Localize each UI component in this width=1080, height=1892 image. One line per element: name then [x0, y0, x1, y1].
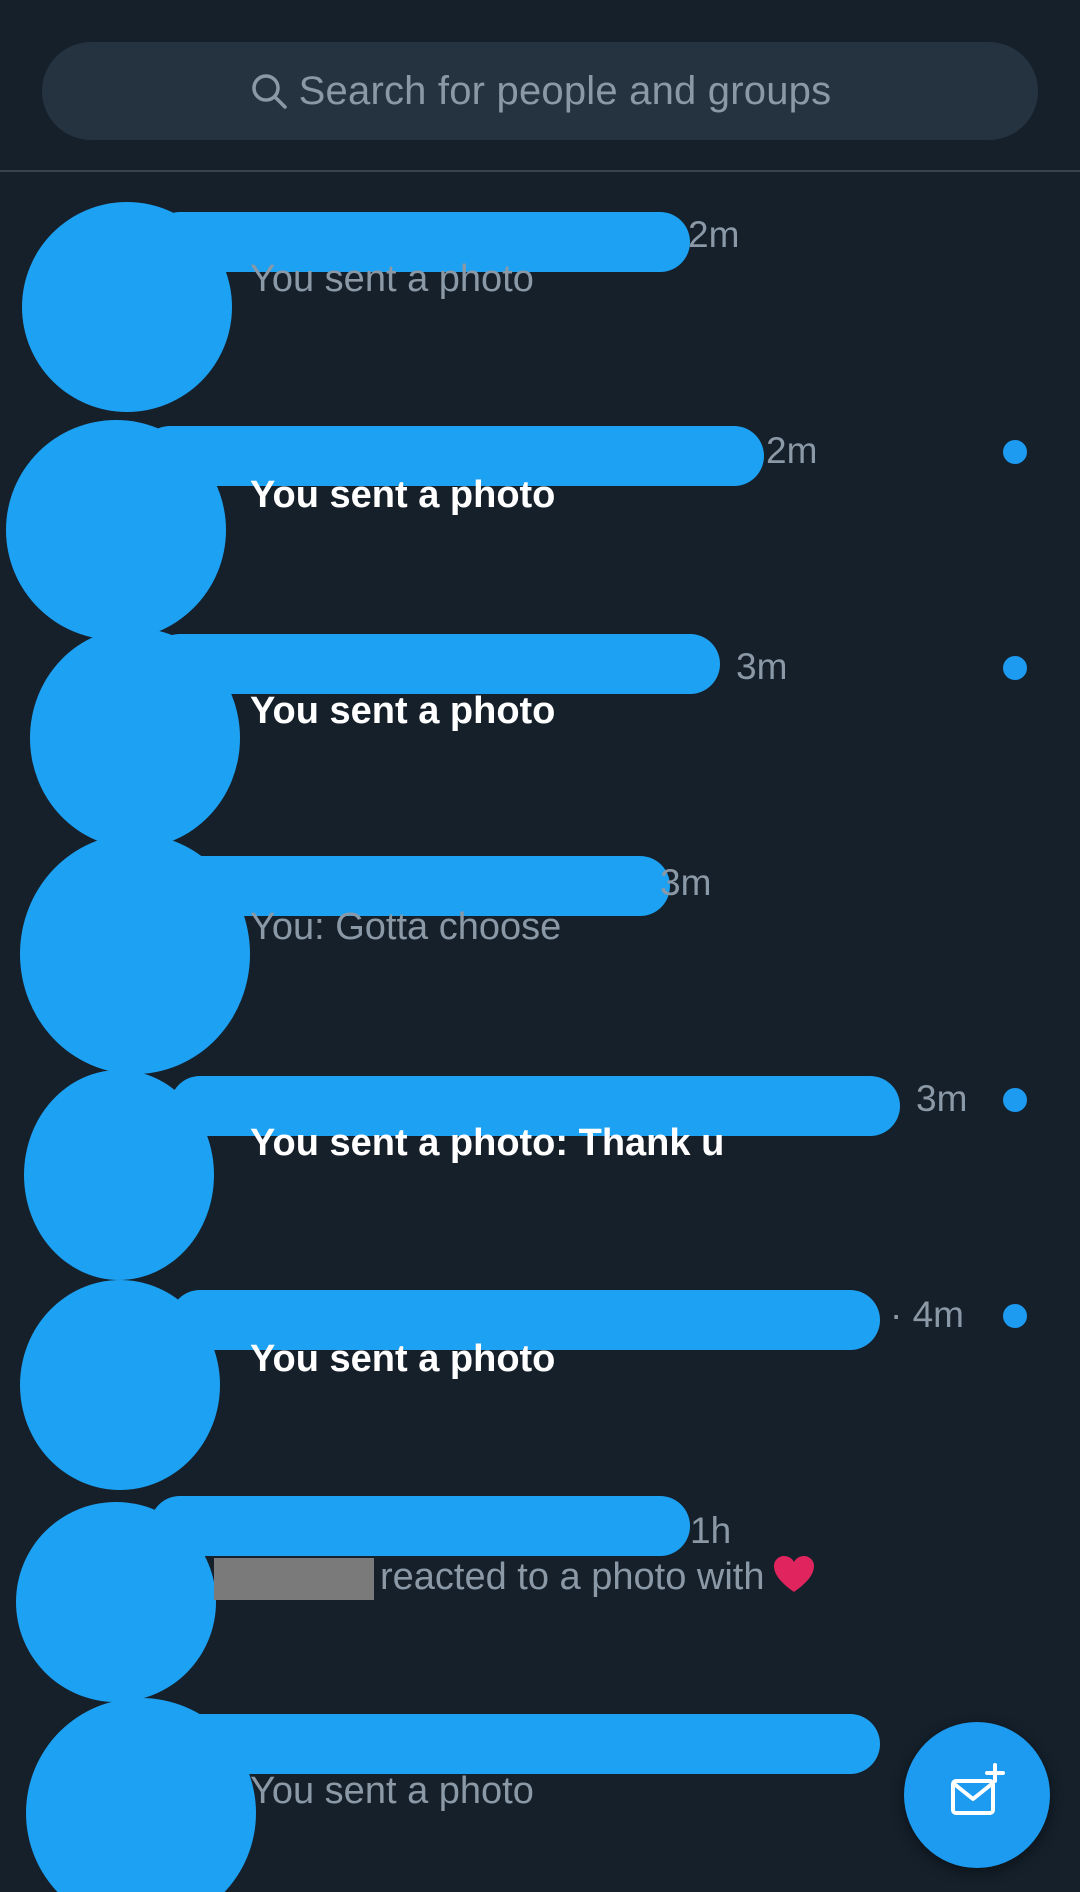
unread-indicator [1003, 1088, 1027, 1112]
conversation-name [160, 1714, 880, 1774]
conversation-time: 3m [736, 646, 788, 687]
new-message-button[interactable] [904, 1722, 1050, 1868]
conversation-row[interactable]: 3m You sent a photo: Thank u [0, 1040, 1080, 1280]
unread-indicator [1003, 1304, 1027, 1328]
conversation-row[interactable]: 3m You: Gotta choose [0, 824, 1080, 1074]
heart-icon [772, 1554, 816, 1604]
conversation-preview: You: Gotta choose [250, 906, 562, 948]
conversation-preview: You sent a photo [250, 1338, 556, 1380]
conversation-row[interactable]: 3m You sent a photo [0, 608, 1080, 848]
conversation-time: 3m [660, 862, 712, 903]
conversation-time: 2m [766, 430, 818, 471]
redacted-name [214, 1558, 374, 1600]
conversation-time: 1h [690, 1510, 732, 1551]
reaction-text: reacted to a photo with [380, 1556, 765, 1599]
new-message-icon [945, 1761, 1009, 1830]
conversation-row[interactable]: 1h reacted to a photo with [0, 1472, 1080, 1702]
search-header: Search for people and groups [0, 0, 1080, 172]
conversation-row[interactable]: 2m You sent a photo [0, 392, 1080, 640]
unread-indicator [1003, 440, 1027, 464]
conversation-name [150, 1496, 690, 1556]
conversation-preview: You sent a photo [250, 1770, 534, 1812]
search-placeholder: Search for people and groups [298, 68, 832, 113]
conversation-time: 3m [916, 1078, 968, 1119]
conversation-preview: You sent a photo [250, 690, 556, 732]
conversation-name [150, 634, 720, 694]
conversation-row[interactable]: · 4m You sent a photo [0, 1256, 1080, 1490]
conversation-row[interactable]: 2m You sent a photo [0, 176, 1080, 412]
search-icon [249, 71, 289, 111]
conversation-time: · 4m [890, 1294, 964, 1335]
unread-indicator [1003, 656, 1027, 680]
conversation-preview: You sent a photo [250, 474, 556, 516]
conversation-time: 2m [688, 214, 740, 255]
search-input[interactable]: Search for people and groups [42, 42, 1038, 140]
conversation-preview: reacted to a photo with [214, 1554, 816, 1604]
conversation-preview: You sent a photo [250, 258, 534, 300]
conversation-preview: You sent a photo: Thank u [250, 1122, 725, 1164]
